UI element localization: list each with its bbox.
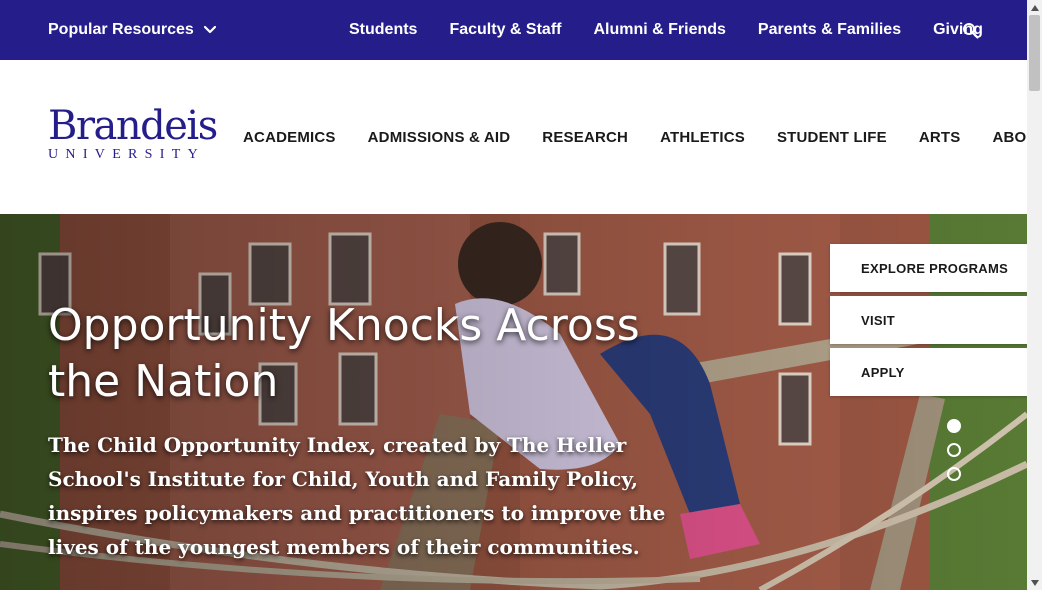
utility-link-faculty-staff[interactable]: Faculty & Staff: [449, 21, 561, 39]
scrollbar-thumb[interactable]: [1029, 15, 1040, 91]
apply-button[interactable]: APPLY: [830, 348, 1027, 396]
hero-banner: Opportunity Knocks Across the Nation The…: [0, 214, 1027, 590]
utility-links: Students Faculty & Staff Alumni & Friend…: [349, 0, 1015, 60]
nav-student-life[interactable]: STUDENT LIFE: [777, 129, 887, 146]
nav-admissions-aid[interactable]: ADMISSIONS & AID: [368, 129, 511, 146]
chevron-down-icon: [203, 25, 216, 34]
nav-academics[interactable]: ACADEMICS: [243, 129, 336, 146]
search-icon[interactable]: [962, 22, 980, 40]
main-header: Brandeis UNIVERSITY ACADEMICS ADMISSIONS…: [0, 60, 1042, 214]
slide-dot-2[interactable]: [947, 443, 961, 457]
main-nav: ACADEMICS ADMISSIONS & AID RESEARCH ATHL…: [243, 60, 1042, 214]
slide-dot-3[interactable]: [947, 467, 961, 481]
utility-link-alumni-friends[interactable]: Alumni & Friends: [593, 21, 725, 39]
utility-link-students[interactable]: Students: [349, 21, 417, 39]
popular-resources-label: Popular Resources: [48, 21, 194, 38]
utility-bar: Popular Resources Students Faculty & Sta…: [0, 0, 1027, 60]
nav-arts[interactable]: ARTS: [919, 129, 961, 146]
logo-wordmark: Brandeis: [48, 103, 218, 149]
brandeis-logo[interactable]: Brandeis UNIVERSITY: [48, 106, 218, 166]
visit-button[interactable]: VISIT: [830, 296, 1027, 344]
slide-dot-1[interactable]: [947, 419, 961, 433]
explore-programs-button[interactable]: EXPLORE PROGRAMS: [830, 244, 1027, 292]
page-scrollbar[interactable]: [1027, 0, 1042, 590]
utility-link-parents-families[interactable]: Parents & Families: [758, 21, 901, 39]
nav-athletics[interactable]: ATHLETICS: [660, 129, 745, 146]
popular-resources-dropdown[interactable]: Popular Resources: [48, 0, 218, 60]
hero-description: The Child Opportunity Index, created by …: [48, 433, 666, 559]
logo-subtitle: UNIVERSITY: [48, 147, 205, 162]
scroll-up-arrow-icon[interactable]: [1027, 0, 1042, 15]
hero-title: Opportunity Knocks Across the Nation: [48, 300, 640, 407]
scroll-down-arrow-icon[interactable]: [1027, 575, 1042, 590]
nav-research[interactable]: RESEARCH: [542, 129, 628, 146]
